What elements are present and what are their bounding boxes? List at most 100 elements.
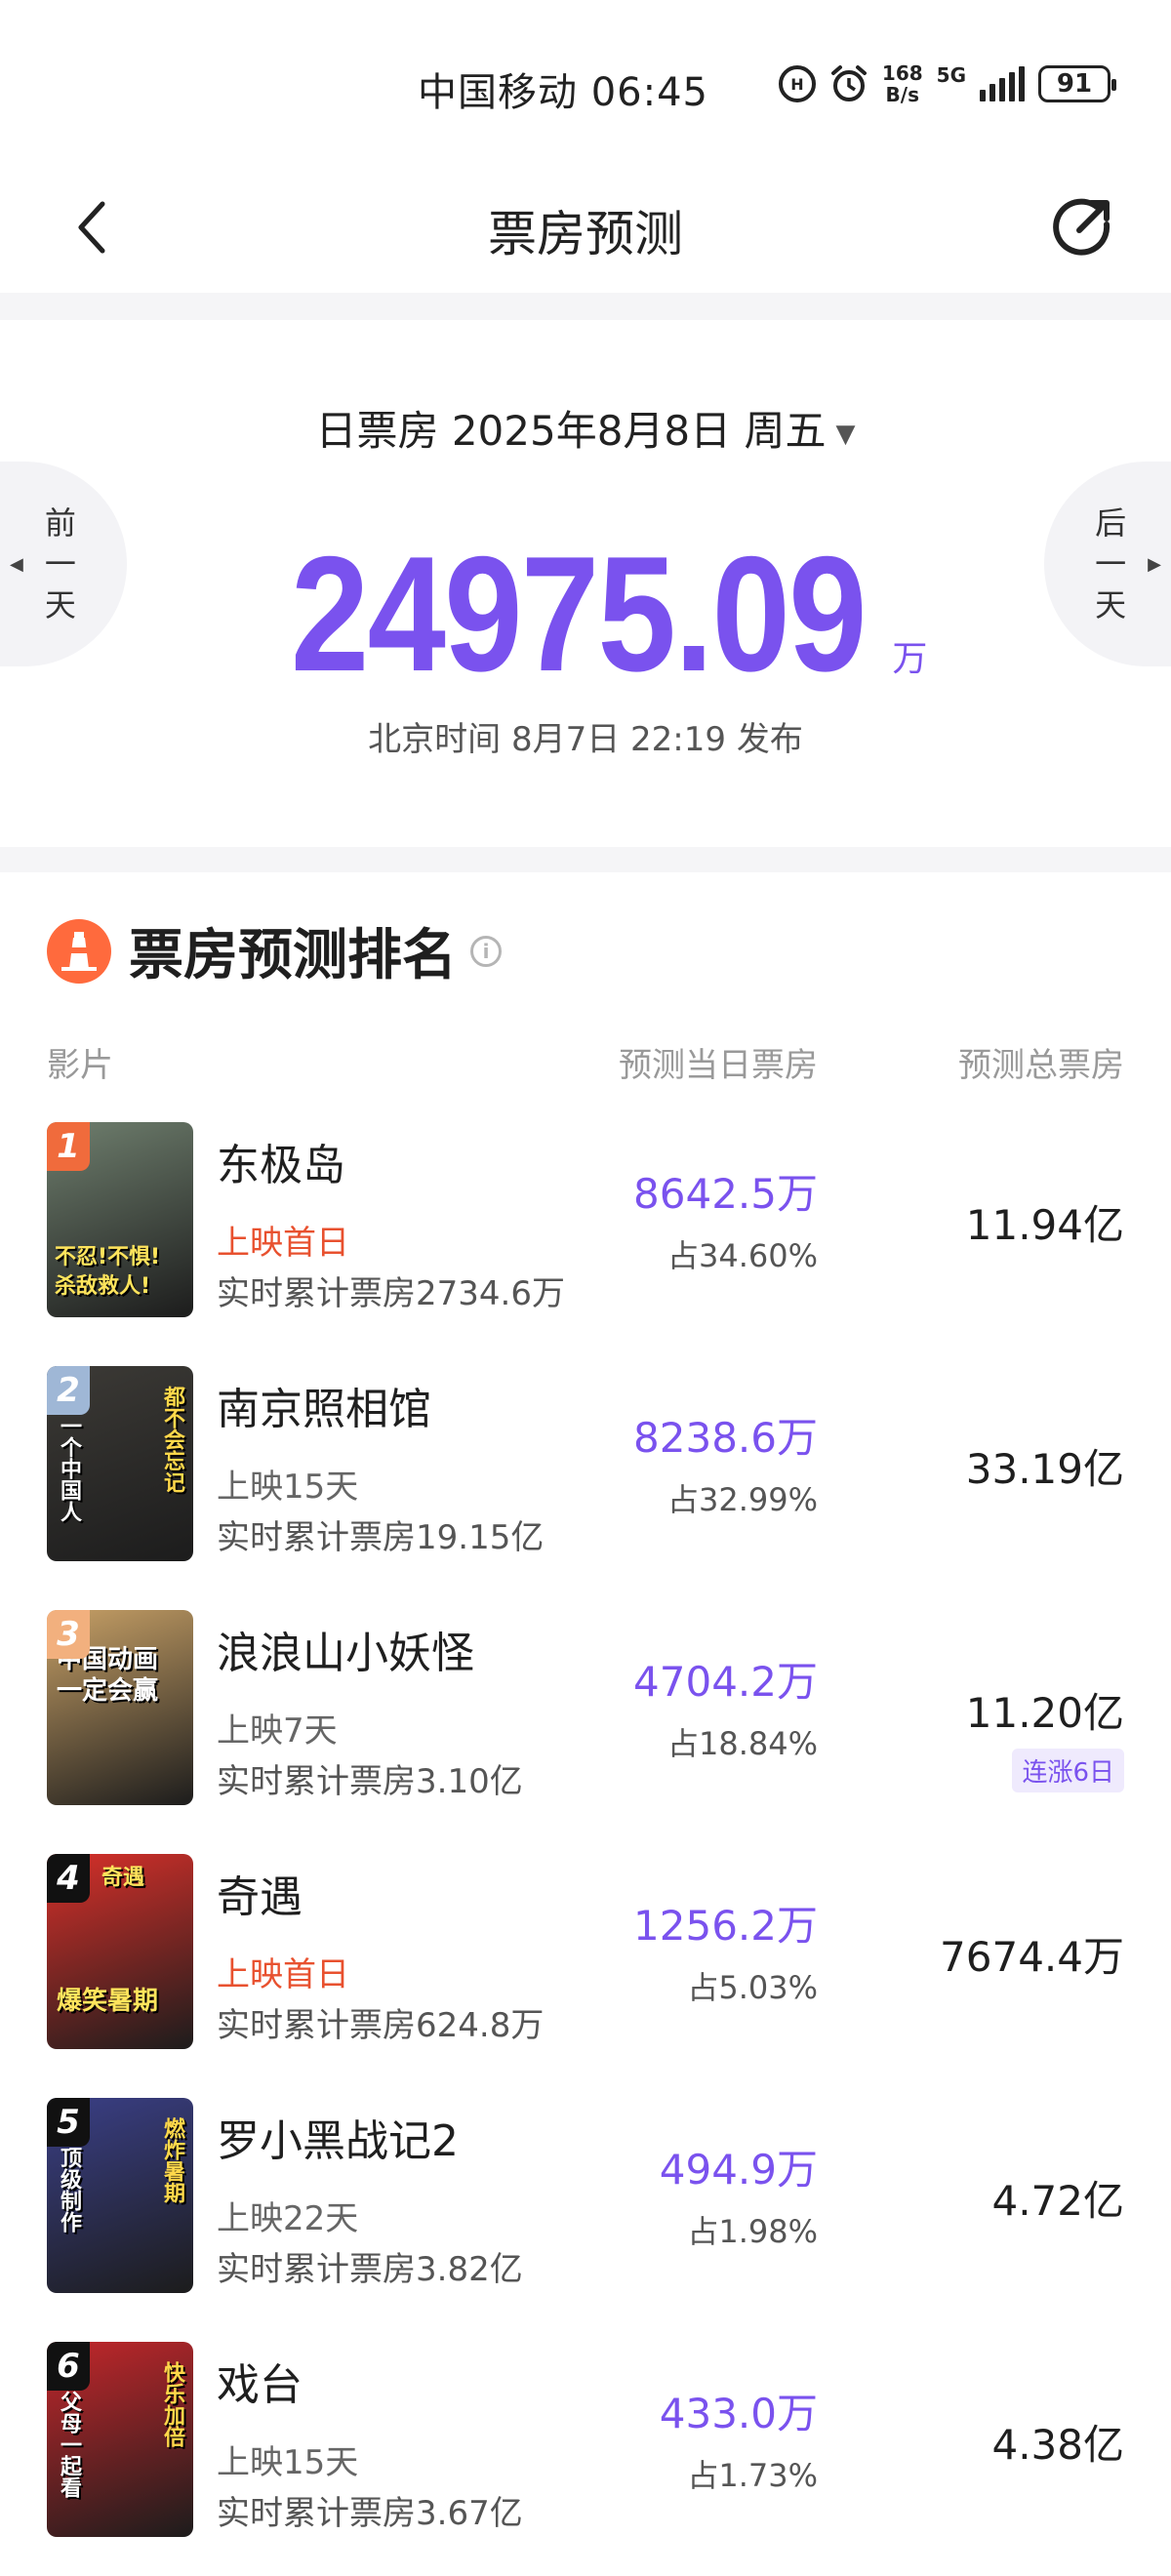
total-forecast: 4.38亿 bbox=[991, 2421, 1124, 2469]
forecast-share: 占1.73% bbox=[687, 2457, 818, 2494]
forecast-share: 占18.84% bbox=[666, 1725, 818, 1762]
page-title: 票房预测 bbox=[488, 206, 683, 262]
total-forecast: 33.19亿 bbox=[965, 1445, 1124, 1493]
column-headers: 影片 预测当日票房 预测总票房 bbox=[0, 1038, 1171, 1087]
total-forecast: 7674.4万 bbox=[940, 1933, 1124, 1981]
poster-slogan: 快乐加倍 bbox=[160, 2361, 184, 2447]
battery-level: 91 bbox=[1056, 69, 1093, 99]
movie-row[interactable]: 父母一起看 快乐加倍 6 戏台 上映15天 实时累计票房3.67亿 433.0万… bbox=[0, 2342, 1171, 2576]
date-label: 日票房 2025年8月8日 周五 bbox=[315, 407, 827, 455]
movie-row[interactable]: 一个中国人 都不会忘记 2 南京照相馆 上映15天 实时累计票房19.15亿 8… bbox=[0, 1366, 1171, 1610]
movie-poster[interactable]: 奇遇 爆笑暑期 4 bbox=[47, 1854, 193, 2049]
movie-poster[interactable]: 顶级制作 燃炸暑期 5 bbox=[47, 2098, 193, 2293]
release-status: 上映7天 bbox=[217, 1711, 338, 1751]
net-speed-unit: B/s bbox=[885, 83, 919, 106]
rank-badge: 2 bbox=[47, 1366, 90, 1415]
rank-badge: 5 bbox=[47, 2098, 90, 2147]
poster-slogan: 燃炸暑期 bbox=[160, 2117, 184, 2203]
caret-down-icon: ▼ bbox=[835, 419, 856, 449]
release-status: 上映22天 bbox=[217, 2199, 359, 2238]
share-icon bbox=[1053, 198, 1110, 256]
network-type: 5G bbox=[936, 63, 966, 87]
cumulative-box-office: 实时累计票房2734.6万 bbox=[217, 1274, 565, 1313]
status-icons: H 168 B/s 5G 91 bbox=[778, 62, 1116, 105]
date-selector[interactable]: 日票房 2025年8月8日 周五 ▼ bbox=[0, 398, 1171, 458]
battery-icon: 91 bbox=[1038, 65, 1116, 102]
rank-badge: 4 bbox=[47, 1854, 90, 1903]
share-button[interactable] bbox=[1044, 187, 1122, 265]
movie-title[interactable]: 戏台 bbox=[217, 2350, 303, 2412]
poster-slogan: 顶级制作 bbox=[57, 2147, 81, 2233]
movie-row[interactable]: 中国动画 一定会赢 3 浪浪山小妖怪 上映7天 实时累计票房3.10亿 4704… bbox=[0, 1610, 1171, 1854]
cumulative-box-office: 实时累计票房3.82亿 bbox=[217, 2250, 523, 2289]
day-forecast: 433.0万 bbox=[659, 2390, 818, 2437]
release-status: 上映15天 bbox=[217, 1468, 359, 1507]
carrier-time: 中国移动 06:45 bbox=[418, 70, 708, 115]
poster-slogan: 父母一起看 bbox=[57, 2391, 81, 2498]
poster-slogan: 一个中国人 bbox=[57, 1415, 81, 1522]
rank-badge: 1 bbox=[47, 1122, 90, 1171]
rank-badge: 3 bbox=[47, 1610, 90, 1659]
total-forecast: 11.20亿 bbox=[965, 1689, 1124, 1737]
net-speed: 168 B/s bbox=[882, 62, 923, 105]
movie-row[interactable]: 不忍!不惧! 杀敌救人! 1 东极岛 上映首日 实时累计票房2734.6万 86… bbox=[0, 1122, 1171, 1366]
movie-title[interactable]: 罗小黑战记2 bbox=[217, 2106, 459, 2168]
signal-icon bbox=[980, 66, 1025, 101]
total-box-office: 24975.09 万 bbox=[0, 520, 1171, 708]
section-divider bbox=[0, 847, 1171, 872]
nav-bar: 票房预测 bbox=[0, 166, 1171, 293]
cumulative-box-office: 实时累计票房19.15亿 bbox=[217, 1518, 545, 1557]
trend-tag: 连涨6日 bbox=[1012, 1749, 1124, 1792]
movie-poster[interactable]: 不忍!不惧! 杀敌救人! 1 bbox=[47, 1122, 193, 1317]
section-divider bbox=[0, 293, 1171, 320]
poster-slogan: 奇遇 bbox=[101, 1866, 145, 1890]
movie-row[interactable]: 顶级制作 燃炸暑期 5 罗小黑战记2 上映22天 实时累计票房3.82亿 494… bbox=[0, 2098, 1171, 2342]
column-film: 影片 bbox=[47, 1046, 113, 1085]
forecast-share: 占32.99% bbox=[666, 1481, 818, 1518]
rank-badge: 6 bbox=[47, 2342, 90, 2391]
forecast-share: 占34.60% bbox=[666, 1237, 818, 1274]
cumulative-box-office: 实时累计票房3.67亿 bbox=[217, 2494, 523, 2533]
day-forecast: 8642.5万 bbox=[633, 1170, 818, 1218]
movie-title[interactable]: 东极岛 bbox=[217, 1130, 345, 1192]
day-forecast: 8238.6万 bbox=[633, 1414, 818, 1462]
movie-row[interactable]: 奇遇 爆笑暑期 4 奇遇 上映首日 实时累计票房624.8万 1256.2万 占… bbox=[0, 1854, 1171, 2098]
release-status: 上映首日 bbox=[217, 1955, 349, 1994]
ranking-section: 票房预测排名 i 影片 预测当日票房 预测总票房 不忍!不惧! 杀敌救人! 1 … bbox=[0, 872, 1171, 2576]
daily-box-office-summary: 日票房 2025年8月8日 周五 ▼ ◀ 前 一 天 后 一 天 ▶ 24975.… bbox=[0, 320, 1171, 847]
cumulative-box-office: 实时累计票房624.8万 bbox=[217, 2006, 545, 2045]
forecast-share: 占1.98% bbox=[687, 2213, 818, 2250]
status-bar: 中国移动 06:45 H 168 B/s 5G 91 bbox=[0, 0, 1171, 166]
movie-poster[interactable]: 父母一起看 快乐加倍 6 bbox=[47, 2342, 193, 2537]
alarm-icon bbox=[830, 65, 867, 101]
column-total-forecast: 预测总票房 bbox=[958, 1046, 1124, 1085]
release-status: 上映首日 bbox=[217, 1224, 349, 1263]
column-day-forecast: 预测当日票房 bbox=[619, 1046, 818, 1085]
movie-title[interactable]: 浪浪山小妖怪 bbox=[217, 1618, 474, 1680]
movie-poster[interactable]: 中国动画 一定会赢 3 bbox=[47, 1610, 193, 1805]
hd-call-icon: H bbox=[778, 65, 816, 102]
movie-title[interactable]: 奇遇 bbox=[217, 1862, 303, 1924]
total-forecast: 11.94亿 bbox=[965, 1201, 1124, 1249]
publish-time: 北京时间 8月7日 22:19 发布 bbox=[368, 720, 803, 759]
cumulative-box-office: 实时累计票房3.10亿 bbox=[217, 1762, 523, 1801]
total-box-office-unit: 万 bbox=[892, 639, 928, 679]
ranking-header: 票房预测排名 i bbox=[47, 911, 502, 990]
movie-title[interactable]: 南京照相馆 bbox=[217, 1374, 431, 1436]
total-forecast: 4.72亿 bbox=[991, 2177, 1124, 2225]
day-forecast: 4704.2万 bbox=[633, 1658, 818, 1706]
lighthouse-icon bbox=[47, 918, 111, 984]
poster-slogan: 不忍!不惧! bbox=[55, 1245, 161, 1269]
poster-slogan: 都不会忘记 bbox=[160, 1386, 184, 1493]
poster-slogan: 杀敌救人! bbox=[55, 1274, 151, 1299]
net-speed-value: 168 bbox=[881, 61, 923, 85]
release-status: 上映15天 bbox=[217, 2443, 359, 2482]
ranking-title: 票房预测排名 bbox=[129, 924, 457, 987]
day-forecast: 1256.2万 bbox=[633, 1902, 818, 1950]
day-forecast: 494.9万 bbox=[659, 2146, 818, 2194]
total-box-office-value: 24975.09 bbox=[290, 522, 868, 705]
info-icon[interactable]: i bbox=[470, 935, 502, 967]
poster-slogan: 一定会赢 bbox=[57, 1676, 159, 1706]
poster-slogan: 爆笑暑期 bbox=[57, 1987, 159, 2016]
movie-poster[interactable]: 一个中国人 都不会忘记 2 bbox=[47, 1366, 193, 1561]
